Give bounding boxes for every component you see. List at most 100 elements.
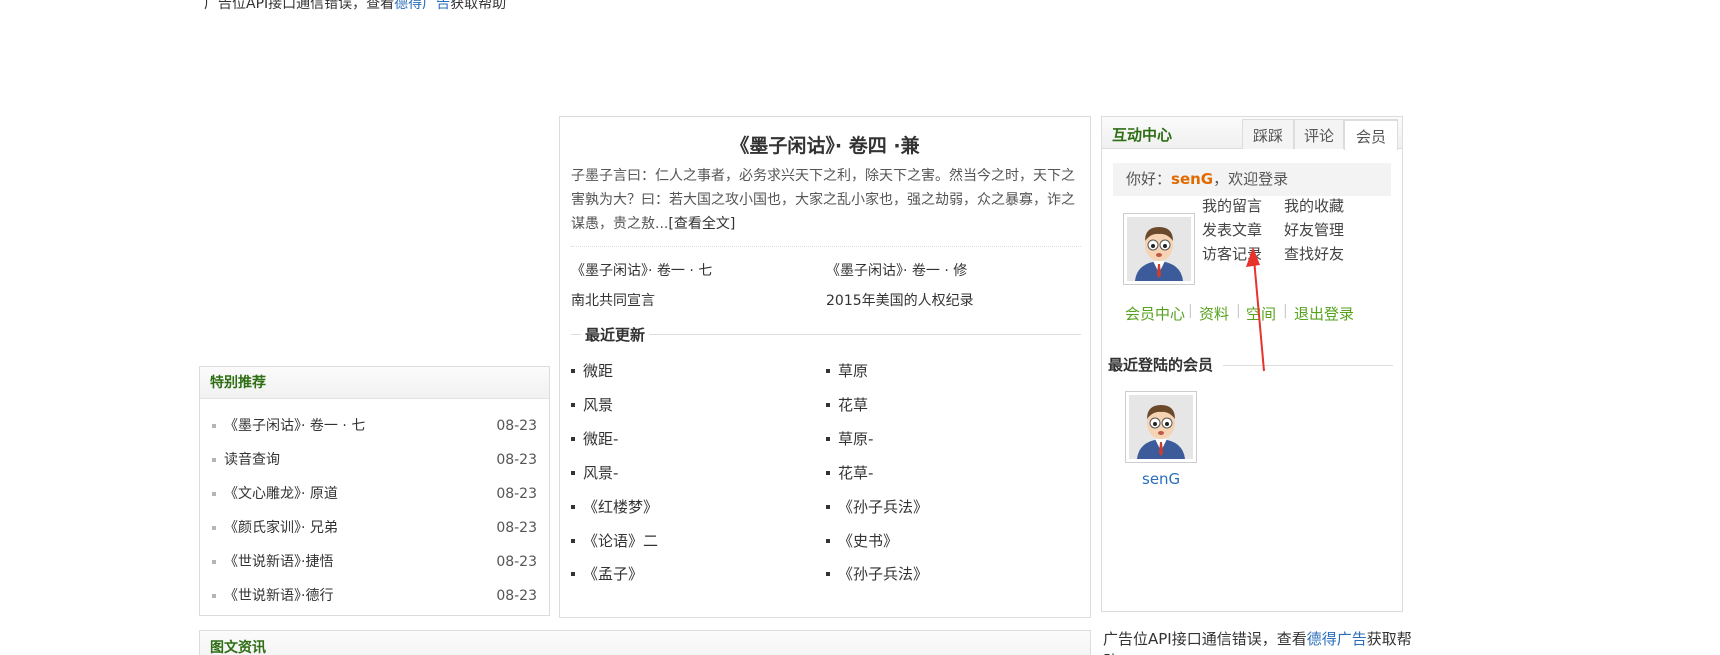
list-item-title[interactable]: 《孙子兵法》 bbox=[838, 496, 928, 517]
list-item-title[interactable]: 花草- bbox=[838, 462, 873, 483]
list-item[interactable]: 《孟子》 bbox=[571, 563, 643, 584]
profile-link[interactable]: 资料 bbox=[1199, 303, 1229, 324]
greeting-prefix: 你好： bbox=[1126, 170, 1172, 188]
member-center-link[interactable]: 会员中心 bbox=[1125, 303, 1185, 324]
list-item[interactable]: 草原 bbox=[826, 360, 868, 381]
read-full-link[interactable]: [查看全文] bbox=[668, 216, 735, 232]
find-friends-link[interactable]: 查找好友 bbox=[1284, 243, 1344, 264]
top-ad-error: 广告位API接口通信错误，查看德得广告获取帮助 bbox=[204, 0, 506, 13]
list-item-title[interactable]: 读音查询 bbox=[224, 443, 487, 477]
list-item-title[interactable]: 《论语》二 bbox=[583, 530, 658, 551]
list-item[interactable]: 花草- bbox=[826, 462, 873, 483]
recent-members-title: 最近登陆的会员 bbox=[1108, 354, 1224, 375]
bullet-icon bbox=[571, 470, 575, 475]
interaction-center-title: 互动中心 bbox=[1112, 126, 1173, 144]
bullet-icon bbox=[212, 492, 216, 496]
news-panel-title: 图文资讯 bbox=[210, 640, 266, 655]
featured-excerpt: 子墨子言曰：仁人之事者，必务求兴天下之利，除天下之害。然当今之时，天下之害孰为大… bbox=[571, 164, 1081, 236]
list-item[interactable]: 《颜氏家训》· 兄弟 08-23 bbox=[212, 511, 537, 545]
list-item[interactable]: 花草 bbox=[826, 394, 868, 415]
bullet-icon bbox=[571, 368, 575, 373]
tab-members[interactable]: 会员 bbox=[1344, 119, 1398, 150]
list-item-title[interactable]: 《世说新语》·德行 bbox=[224, 579, 487, 613]
list-item[interactable]: 《墨子闲诂》· 卷一 · 七 08-23 bbox=[212, 409, 537, 443]
featured-link[interactable]: 2015年美国的人权纪录 bbox=[826, 290, 974, 310]
featured-link[interactable]: 《墨子闲诂》· 卷一 · 七 bbox=[571, 260, 712, 280]
bullet-icon bbox=[571, 402, 575, 407]
bullet-icon bbox=[212, 560, 216, 564]
list-item-title[interactable]: 花草 bbox=[838, 394, 868, 415]
featured-panel: 《墨子闲诂》· 卷四 ·兼 子墨子言曰：仁人之事者，必务求兴天下之利，除天下之害… bbox=[559, 116, 1091, 618]
post-article-link[interactable]: 发表文章 bbox=[1202, 219, 1262, 240]
top-ad-suffix: 获取帮助 bbox=[450, 0, 507, 12]
my-favorites-link[interactable]: 我的收藏 bbox=[1284, 195, 1344, 216]
list-item-title[interactable]: 《文心雕龙》· 原道 bbox=[224, 477, 487, 511]
featured-link[interactable]: 南北共同宣言 bbox=[571, 290, 655, 310]
logout-link[interactable]: 退出登录 bbox=[1294, 303, 1354, 324]
recent-member-name[interactable]: senG bbox=[1142, 470, 1180, 488]
tab-comments[interactable]: 评论 bbox=[1294, 119, 1344, 149]
bullet-icon bbox=[826, 470, 830, 475]
divider: | bbox=[1283, 303, 1288, 319]
list-item[interactable]: 草原- bbox=[826, 428, 873, 449]
list-item-title[interactable]: 《颜氏家训》· 兄弟 bbox=[224, 511, 487, 545]
tab-caicai[interactable]: 踩踩 bbox=[1242, 119, 1294, 149]
bullet-icon bbox=[826, 436, 830, 441]
list-item-date: 08-23 bbox=[496, 418, 537, 434]
list-item[interactable]: 《世说新语》·德行 08-23 bbox=[212, 579, 537, 613]
right-ad-prefix: 广告位API接口通信错误，查看 bbox=[1103, 630, 1307, 648]
featured-excerpt-text: 子墨子言曰：仁人之事者，必务求兴天下之利，除天下之害。然当今之时，天下之害孰为大… bbox=[571, 168, 1075, 232]
my-messages-link[interactable]: 我的留言 bbox=[1202, 195, 1262, 216]
list-item[interactable]: 风景- bbox=[571, 462, 618, 483]
list-item-title[interactable]: 《世说新语》·捷悟 bbox=[224, 545, 487, 579]
featured-link[interactable]: 《墨子闲诂》· 卷一 · 修 bbox=[826, 260, 967, 280]
list-item[interactable]: 微距- bbox=[571, 428, 618, 449]
annotation-arrow-icon bbox=[1246, 247, 1265, 372]
divider: | bbox=[1188, 303, 1193, 319]
avatar[interactable] bbox=[1125, 391, 1197, 463]
greeting-suffix: ，欢迎登录 bbox=[1213, 170, 1289, 188]
bullet-icon bbox=[212, 458, 216, 462]
list-item[interactable]: 《世说新语》·捷悟 08-23 bbox=[212, 545, 537, 579]
list-item-title[interactable]: 《孟子》 bbox=[583, 563, 643, 584]
top-ad-help-link[interactable]: 德得广告 bbox=[394, 0, 450, 12]
list-item-title[interactable]: 《孙子兵法》 bbox=[838, 563, 928, 584]
bullet-icon bbox=[571, 571, 575, 576]
list-item[interactable]: 《史书》 bbox=[826, 530, 898, 551]
right-ad-help-link[interactable]: 德得广告 bbox=[1307, 630, 1367, 648]
bullet-icon bbox=[826, 571, 830, 576]
friend-management-link[interactable]: 好友管理 bbox=[1284, 219, 1344, 240]
divider bbox=[571, 246, 1081, 247]
list-item-title[interactable]: 《红楼梦》 bbox=[583, 496, 658, 517]
avatar[interactable] bbox=[1123, 213, 1195, 285]
featured-title[interactable]: 《墨子闲诂》· 卷四 ·兼 bbox=[560, 131, 1090, 158]
list-item-title[interactable]: 微距- bbox=[583, 428, 618, 449]
list-item[interactable]: 《文心雕龙》· 原道 08-23 bbox=[212, 477, 537, 511]
bullet-icon bbox=[212, 594, 216, 598]
list-item[interactable]: 《论语》二 bbox=[571, 530, 658, 551]
username[interactable]: senG bbox=[1171, 170, 1213, 188]
recent-updates-header: 最近更新 bbox=[571, 324, 1081, 345]
news-panel: 图文资讯 bbox=[199, 630, 1091, 655]
list-item[interactable]: 《孙子兵法》 bbox=[826, 563, 928, 584]
list-item-title[interactable]: 《墨子闲诂》· 卷一 · 七 bbox=[224, 409, 487, 443]
bullet-icon bbox=[826, 402, 830, 407]
special-recommend-panel: 特别推荐 《墨子闲诂》· 卷一 · 七 08-23 读音查询 08-23 《文心雕龙… bbox=[199, 366, 550, 616]
list-item-title[interactable]: 微距 bbox=[583, 360, 613, 381]
list-item-title[interactable]: 草原 bbox=[838, 360, 868, 381]
list-item[interactable]: 《孙子兵法》 bbox=[826, 496, 928, 517]
list-item[interactable]: 微距 bbox=[571, 360, 613, 381]
list-item-title[interactable]: 风景 bbox=[583, 394, 613, 415]
special-recommend-title: 特别推荐 bbox=[200, 367, 549, 399]
user-avatar-icon bbox=[1129, 395, 1193, 459]
list-item-title[interactable]: 《史书》 bbox=[838, 530, 898, 551]
recent-updates-title: 最近更新 bbox=[581, 324, 650, 345]
list-item[interactable]: 《红楼梦》 bbox=[571, 496, 658, 517]
bullet-icon bbox=[571, 504, 575, 509]
user-avatar-icon bbox=[1127, 217, 1191, 281]
list-item-title[interactable]: 草原- bbox=[838, 428, 873, 449]
list-item[interactable]: 读音查询 08-23 bbox=[212, 443, 537, 477]
list-item[interactable]: 风景 bbox=[571, 394, 613, 415]
greeting-bar: 你好：senG，欢迎登录 bbox=[1113, 163, 1391, 196]
list-item-title[interactable]: 风景- bbox=[583, 462, 618, 483]
